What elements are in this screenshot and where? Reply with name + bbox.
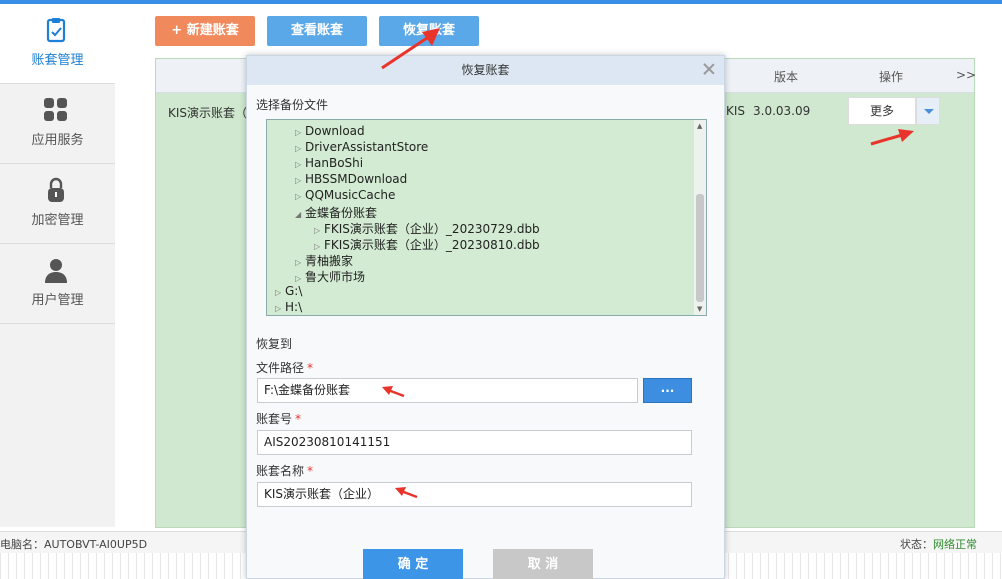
tree-item[interactable]: ▷ FKIS演示账套（企业）_20230729.dbb bbox=[314, 220, 540, 237]
tree-item-label: 鲁大师市场 bbox=[305, 270, 366, 284]
backup-file-tree[interactable]: ▷ Download ▷ DriverAssistantStore ▷ HanBoSh… bbox=[266, 119, 707, 316]
chevron-right-icon: ▷ bbox=[295, 192, 302, 201]
account-no-text: 账套号 bbox=[256, 412, 293, 426]
sidebar-item-user-management[interactable]: 用户管理 bbox=[0, 244, 115, 324]
annotation-arrow-icon bbox=[382, 386, 405, 398]
tree-item-label: FKIS演示账套（企业）_20230810.dbb bbox=[324, 238, 540, 252]
tree-item[interactable]: ▷ HBSSMDownload bbox=[295, 172, 407, 186]
cancel-button[interactable]: 取 消 bbox=[493, 549, 593, 579]
more-dropdown-icon[interactable] bbox=[916, 97, 940, 125]
column-header-action: 操作 bbox=[879, 70, 904, 84]
restore-account-dialog: 恢复账套 选择备份文件 ▷ Download ▷ DriverAssistantSt… bbox=[246, 55, 725, 579]
tree-item-label: H:\ bbox=[285, 300, 303, 314]
sidebar: 账套管理 应用服务 加密管理 用户管理 bbox=[0, 4, 115, 527]
close-icon[interactable] bbox=[702, 62, 716, 76]
tree-item[interactable]: ▷ DriverAssistantStore bbox=[295, 140, 428, 154]
annotation-arrow-icon bbox=[870, 129, 914, 146]
tree-item-label: HBSSMDownload bbox=[305, 172, 408, 186]
sidebar-item-label: 应用服务 bbox=[31, 133, 84, 148]
scroll-up-icon[interactable]: ▲ bbox=[697, 122, 702, 130]
sidebar-item-label: 账套管理 bbox=[31, 53, 84, 68]
account-name-tail-cell: KIS bbox=[726, 104, 746, 118]
sidebar-item-label: 用户管理 bbox=[31, 293, 84, 308]
scrollbar-thumb[interactable] bbox=[696, 194, 704, 302]
tree-item[interactable]: ▷ QQMusicCache bbox=[295, 188, 395, 202]
expand-columns-button[interactable]: >> bbox=[956, 68, 976, 82]
tree-item-label: 金蝶备份账套 bbox=[305, 206, 378, 220]
user-icon bbox=[45, 259, 67, 283]
browse-button[interactable]: ... bbox=[643, 378, 692, 403]
column-header-version: 版本 bbox=[774, 70, 799, 84]
tree-item[interactable]: ▷ FKIS演示账套（企业）_20230810.dbb bbox=[314, 236, 540, 253]
file-path-input[interactable]: F:\金蝶备份账套 bbox=[257, 378, 638, 403]
file-path-text: 文件路径 bbox=[256, 361, 305, 375]
chevron-right-icon: ▷ bbox=[314, 242, 321, 251]
version-cell: 3.0.03.09 bbox=[753, 104, 811, 118]
plus-icon: + bbox=[171, 23, 187, 38]
tree-item-label: Download bbox=[305, 124, 365, 138]
file-path-label: 文件路径 * bbox=[256, 359, 313, 376]
account-no-label: 账套号 * bbox=[256, 410, 301, 427]
sidebar-item-encryption[interactable]: 加密管理 bbox=[0, 164, 115, 244]
required-mark: * bbox=[307, 361, 314, 375]
lock-icon bbox=[48, 177, 64, 202]
chevron-right-icon: ▷ bbox=[275, 304, 282, 313]
confirm-button[interactable]: 确 定 bbox=[363, 549, 463, 579]
network-status: 状态：网络正常 bbox=[900, 536, 977, 552]
sidebar-item-label: 加密管理 bbox=[31, 213, 84, 228]
restore-to-label: 恢复到 bbox=[256, 337, 293, 351]
required-mark: * bbox=[307, 464, 314, 478]
more-button[interactable]: 更多 bbox=[848, 97, 916, 125]
tree-item-label: 青柚搬家 bbox=[305, 254, 354, 268]
chevron-right-icon: ▷ bbox=[314, 226, 321, 235]
dialog-title: 恢复账套 bbox=[247, 56, 724, 85]
tree-item[interactable]: ▷ HanBoShi bbox=[295, 156, 363, 170]
tree-item[interactable]: ▷ 青柚搬家 bbox=[295, 252, 353, 269]
status-value: 网络正常 bbox=[933, 538, 977, 551]
annotation-arrow-icon bbox=[395, 487, 418, 499]
required-mark: * bbox=[295, 412, 302, 426]
chevron-right-icon: ▷ bbox=[275, 288, 282, 297]
select-backup-label: 选择备份文件 bbox=[256, 98, 329, 112]
account-no-input[interactable]: AIS20230810141151 bbox=[257, 430, 692, 455]
annotation-arrow-icon bbox=[381, 28, 440, 70]
new-account-button[interactable]: + 新建账套 bbox=[155, 16, 255, 46]
clipboard-icon bbox=[46, 18, 66, 43]
tree-scrollbar[interactable]: ▲ ▼ bbox=[694, 120, 706, 315]
computer-name: 电脑名：AUTOBVT-AI0UP5D bbox=[0, 538, 148, 551]
account-name-cell: KIS演示账套（ bbox=[168, 106, 248, 120]
account-name-label: 账套名称 * bbox=[256, 462, 313, 479]
scroll-down-icon[interactable]: ▼ bbox=[697, 305, 702, 313]
top-accent-bar bbox=[0, 0, 1002, 4]
chevron-right-icon: ▷ bbox=[295, 128, 302, 137]
tree-item-label: QQMusicCache bbox=[305, 188, 396, 202]
tree-item-label: DriverAssistantStore bbox=[305, 140, 429, 154]
new-account-label: 新建账套 bbox=[186, 23, 239, 38]
apps-grid-icon bbox=[44, 98, 67, 121]
chevron-right-icon: ▷ bbox=[295, 160, 302, 169]
tree-item-label: FKIS演示账套（企业）_20230729.dbb bbox=[324, 222, 540, 236]
tree-item-label: G:\ bbox=[285, 284, 303, 298]
chevron-right-icon: ▷ bbox=[295, 144, 302, 153]
chevron-down-icon: ◢ bbox=[295, 210, 302, 219]
account-name-text: 账套名称 bbox=[256, 464, 305, 478]
tree-item[interactable]: ▷ Download bbox=[295, 124, 365, 138]
status-label: 状态： bbox=[900, 538, 933, 551]
chevron-right-icon: ▷ bbox=[295, 258, 302, 267]
tree-item[interactable]: ▷ 鲁大师市场 bbox=[295, 268, 365, 285]
tree-item-label: HanBoShi bbox=[305, 156, 364, 170]
view-account-button[interactable]: 查看账套 bbox=[267, 16, 367, 46]
tree-item[interactable]: ◢ 金蝶备份账套 bbox=[295, 204, 377, 221]
chevron-right-icon: ▷ bbox=[295, 176, 302, 185]
sidebar-item-app-services[interactable]: 应用服务 bbox=[0, 84, 115, 164]
tree-item[interactable]: ▷ H:\ bbox=[275, 300, 302, 314]
chevron-right-icon: ▷ bbox=[295, 274, 302, 283]
sidebar-item-account-management[interactable]: 账套管理 bbox=[0, 4, 115, 84]
tree-item[interactable]: ▷ G:\ bbox=[275, 284, 302, 298]
account-name-input[interactable]: KIS演示账套（企业） bbox=[257, 482, 692, 507]
